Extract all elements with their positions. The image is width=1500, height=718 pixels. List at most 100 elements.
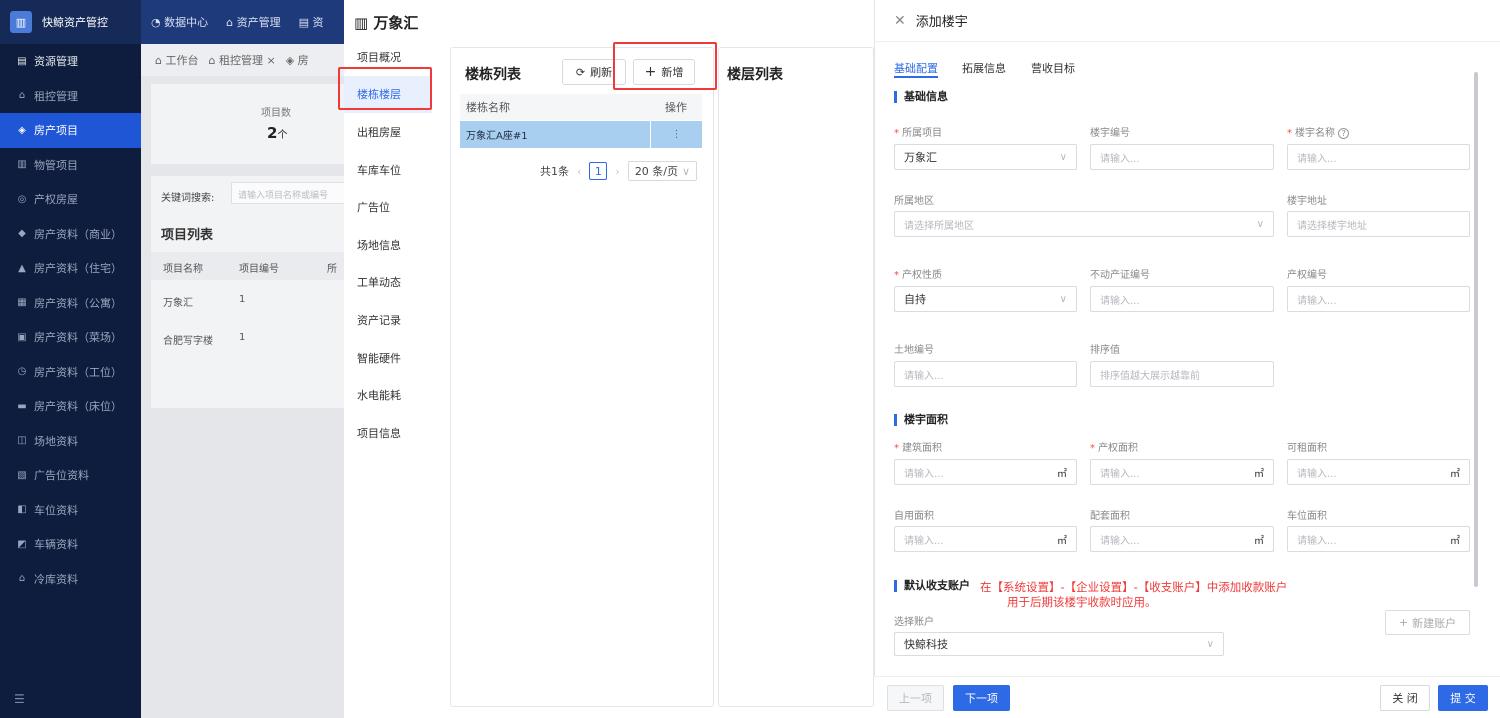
storage-icon: ⌂: [18, 573, 26, 585]
apartment-icon: ▦: [17, 297, 27, 309]
sidebar-item[interactable]: ▦ 房产资料（公寓）: [0, 286, 141, 321]
support-area-input[interactable]: 请输入... ㎡: [1090, 526, 1274, 552]
market-icon: ▣: [17, 331, 27, 343]
layers-icon: ◈: [18, 124, 26, 136]
property-no-input[interactable]: 请输入...: [1287, 286, 1470, 312]
rent-area-input[interactable]: 请输入... ㎡: [1287, 459, 1470, 485]
sidebar-item-label: 租控管理: [34, 89, 78, 103]
close-icon[interactable]: ✕: [894, 13, 906, 29]
sidebar-item[interactable]: ◫ 场地资料: [0, 424, 141, 459]
next-button[interactable]: 下一项: [953, 685, 1010, 711]
help-icon[interactable]: ?: [1338, 128, 1350, 139]
project-nav-item[interactable]: 资产记录: [344, 301, 432, 339]
account-hint: 在【系统设置】-【企业设置】-【收支账户】中添加收款账户 用于后期该楼宇收款时应…: [980, 580, 1288, 609]
store-icon: ◆: [18, 228, 26, 240]
project-nav-item[interactable]: 水电能耗: [344, 376, 432, 414]
parking-area-input[interactable]: 请输入... ㎡: [1287, 526, 1470, 552]
table-row[interactable]: 合肥写字楼 1: [151, 322, 344, 354]
project-nav-item[interactable]: 场地信息: [344, 226, 432, 264]
project-nav-item[interactable]: 出租房屋: [344, 113, 432, 151]
cert-no-input[interactable]: 请输入...: [1090, 286, 1274, 312]
project-title: ▥ 万象汇: [354, 14, 419, 32]
building-name-input[interactable]: 请输入...: [1287, 144, 1470, 170]
collapse-icon[interactable]: ☰: [14, 692, 25, 706]
self-area-input[interactable]: 请输入... ㎡: [894, 526, 1077, 552]
tab-revenue-target[interactable]: 营收目标: [1031, 60, 1075, 76]
sort-input[interactable]: 排序值越大展示越靠前: [1090, 361, 1274, 387]
project-list-title: 项目列表: [161, 228, 214, 243]
chevron-down-icon: ∨: [1059, 151, 1067, 163]
stat-card: 项目数 2个: [151, 84, 344, 164]
sidebar-item[interactable]: ⌂ 冷库资料: [0, 562, 141, 597]
building-code-input[interactable]: 请输入...: [1090, 144, 1274, 170]
tab-rent-control[interactable]: ⌂ 租控管理 ×: [208, 52, 275, 68]
sidebar-item[interactable]: ▲ 房产资料（住宅）: [0, 251, 141, 286]
ownership-select[interactable]: 自持 ∨: [894, 286, 1077, 312]
land-no-input[interactable]: 请输入...: [894, 361, 1077, 387]
label-self-area: 自用面积: [894, 511, 934, 522]
next-page-icon[interactable]: ›: [615, 165, 619, 178]
account-select[interactable]: 快鲸科技 ∨: [894, 632, 1224, 656]
label-support-area: 配套面积: [1090, 511, 1130, 522]
sidebar-item[interactable]: ▤ 资源管理: [0, 44, 141, 79]
close-button[interactable]: 关 闭: [1380, 685, 1430, 711]
building-icon: ▥: [17, 159, 27, 171]
tab-workbench[interactable]: ⌂ 工作台: [155, 52, 198, 68]
sidebar-item[interactable]: ◆ 房产资料（商业）: [0, 217, 141, 252]
submit-button[interactable]: 提 交: [1438, 685, 1488, 711]
sidebar-item-label: 车辆资料: [34, 538, 78, 552]
label-sort: 排序值: [1090, 345, 1120, 356]
sidebar-item[interactable]: ▬ 房产资料（床位）: [0, 389, 141, 424]
page-size-select[interactable]: 20 条/页 ∨: [627, 161, 698, 181]
project-nav-item[interactable]: 智能硬件: [344, 339, 432, 377]
label-land-no: 土地编号: [894, 345, 934, 356]
project-nav-item[interactable]: 广告位: [344, 188, 432, 226]
tab-basic-config[interactable]: 基础配置: [894, 60, 938, 76]
label-property-no: 产权编号: [1287, 270, 1327, 281]
stat-value: 2个: [267, 124, 288, 142]
project-select[interactable]: 万象汇 ∨: [894, 144, 1077, 170]
prop-area-input[interactable]: 请输入... ㎡: [1090, 459, 1274, 485]
topnav-data-center[interactable]: ◔ 数据中心: [151, 14, 208, 30]
table-row[interactable]: 万象汇A座#1 ⋮: [460, 121, 702, 148]
build-area-input[interactable]: 请输入... ㎡: [894, 459, 1077, 485]
chevron-down-icon: ∨: [1059, 293, 1067, 305]
prev-page-icon[interactable]: ‹: [577, 165, 581, 178]
prev-button[interactable]: 上一项: [887, 685, 944, 711]
section-area: 楼宇面积: [894, 414, 948, 426]
project-nav-item[interactable]: 车库车位: [344, 151, 432, 189]
scrollbar[interactable]: [1474, 72, 1478, 587]
tab-property[interactable]: ◈ 房: [286, 52, 309, 68]
sidebar-item-label: 房产资料（工位）: [34, 365, 122, 379]
topnav-resource[interactable]: ▤ 资: [299, 14, 324, 30]
label-ownership: * 产权性质: [894, 270, 942, 281]
project-nav-item[interactable]: 项目信息: [344, 414, 432, 452]
pagination: 共1条 ‹ 1 › 20 条/页 ∨: [540, 161, 698, 181]
tab-extended-info[interactable]: 拓展信息: [962, 60, 1006, 76]
sidebar-item[interactable]: ◧ 车位资料: [0, 493, 141, 528]
sidebar-item[interactable]: ▥ 物管项目: [0, 148, 141, 183]
sidebar-item[interactable]: ◈ 房产项目: [0, 113, 141, 148]
pager-total: 共1条: [540, 165, 569, 178]
parking-icon: ◧: [17, 504, 27, 516]
sidebar-item[interactable]: ⌂ 租控管理: [0, 79, 141, 114]
building-list-title: 楼栋列表: [465, 67, 521, 83]
plus-icon: +: [1398, 616, 1409, 629]
tab-indicator: [894, 76, 938, 78]
sidebar-item[interactable]: ▣ 房产资料（菜场）: [0, 320, 141, 355]
sidebar-item[interactable]: ◷ 房产资料（工位）: [0, 355, 141, 390]
house-icon: ▲: [18, 262, 26, 274]
region-select[interactable]: 请选择所属地区 ∨: [894, 211, 1274, 237]
topnav-asset-mgmt[interactable]: ⌂ 资产管理: [226, 14, 280, 30]
project-nav-item[interactable]: 工单动态: [344, 264, 432, 302]
table-row[interactable]: 万象汇 1: [151, 284, 344, 316]
sidebar-item[interactable]: ◩ 车辆资料: [0, 527, 141, 562]
address-input[interactable]: 请选择楼宇地址: [1287, 211, 1470, 237]
new-account-button[interactable]: + 新建账户: [1385, 610, 1470, 635]
sidebar-item[interactable]: ◎ 产权房屋: [0, 182, 141, 217]
more-icon[interactable]: ⋮: [650, 121, 702, 148]
page-number[interactable]: 1: [589, 162, 608, 180]
filter-input[interactable]: 请输入项目名称或编号: [231, 182, 351, 204]
drawer-title: 添加楼宇: [915, 15, 968, 30]
sidebar-item[interactable]: ▧ 广告位资料: [0, 458, 141, 493]
